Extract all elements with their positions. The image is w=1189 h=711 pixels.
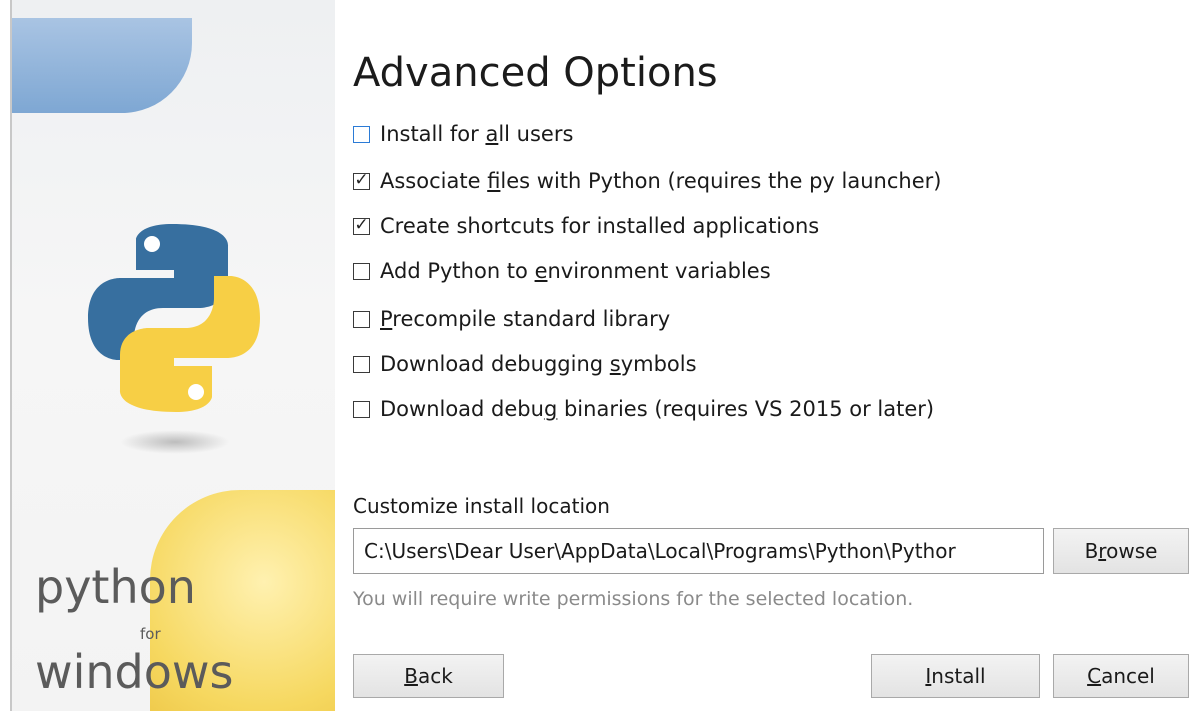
decorative-blue-shape xyxy=(12,18,192,113)
window-edge xyxy=(0,0,12,711)
option-checkbox[interactable] xyxy=(353,125,370,143)
option-row[interactable]: Install for all users xyxy=(353,120,573,148)
python-logo-icon xyxy=(88,224,260,412)
cancel-label-part: ancel xyxy=(1101,664,1155,688)
option-row[interactable]: Download debug binaries (requires VS 201… xyxy=(353,395,934,423)
option-checkbox[interactable]: ✓ xyxy=(353,214,370,235)
install-location-label: Customize install location xyxy=(353,494,610,518)
option-label: Create shortcuts for installed applicati… xyxy=(380,214,820,238)
option-checkbox[interactable] xyxy=(353,262,370,280)
page-title: Advanced Options xyxy=(353,50,718,96)
option-label: Install for all users xyxy=(380,122,574,146)
back-button[interactable]: Back xyxy=(353,654,504,698)
brand-line-for: for xyxy=(140,625,161,643)
browse-button[interactable]: Browse xyxy=(1053,528,1189,574)
install-button[interactable]: Install xyxy=(871,654,1040,698)
checkmark-icon: ✓ xyxy=(354,169,369,190)
option-row[interactable]: Add Python to environment variables xyxy=(353,257,771,285)
checkmark-icon: ✓ xyxy=(354,214,369,235)
option-row[interactable]: ✓ Associate files with Python (requires t… xyxy=(353,167,941,195)
cancel-access-key: C xyxy=(1087,664,1102,688)
option-checkbox[interactable]: ✓ xyxy=(353,169,370,190)
back-label-part: ack xyxy=(417,664,453,688)
option-label: Associate files with Python (requires th… xyxy=(380,169,942,193)
option-label: Download debugging symbols xyxy=(380,352,697,376)
browse-access-key: r xyxy=(1098,539,1107,563)
brand-line-python: python xyxy=(35,560,196,614)
cancel-button[interactable]: Cancel xyxy=(1053,654,1189,698)
option-label: Download debug binaries (requires VS 201… xyxy=(380,397,935,421)
browse-label-part: B xyxy=(1084,539,1099,563)
install-label-part: nstall xyxy=(931,664,986,688)
option-row[interactable]: Download debugging symbols xyxy=(353,350,697,378)
back-access-key: B xyxy=(404,664,418,688)
logo-shadow xyxy=(120,430,230,454)
browse-label-part: owse xyxy=(1106,539,1158,563)
option-label: Precompile standard library xyxy=(380,307,671,331)
option-checkbox[interactable] xyxy=(353,355,370,373)
option-row[interactable]: ✓ Create shortcuts for installed applicat… xyxy=(353,212,819,240)
option-checkbox[interactable] xyxy=(353,310,370,328)
install-path-input[interactable]: C:\Users\Dear User\AppData\Local\Program… xyxy=(353,528,1044,574)
permission-hint: You will require write permissions for t… xyxy=(353,588,914,610)
option-label: Add Python to environment variables xyxy=(380,259,771,283)
sidebar-banner: python for windows xyxy=(0,0,335,711)
brand-line-windows: windows xyxy=(35,645,234,699)
option-row[interactable]: Precompile standard library xyxy=(353,305,670,333)
option-checkbox[interactable] xyxy=(353,400,370,418)
